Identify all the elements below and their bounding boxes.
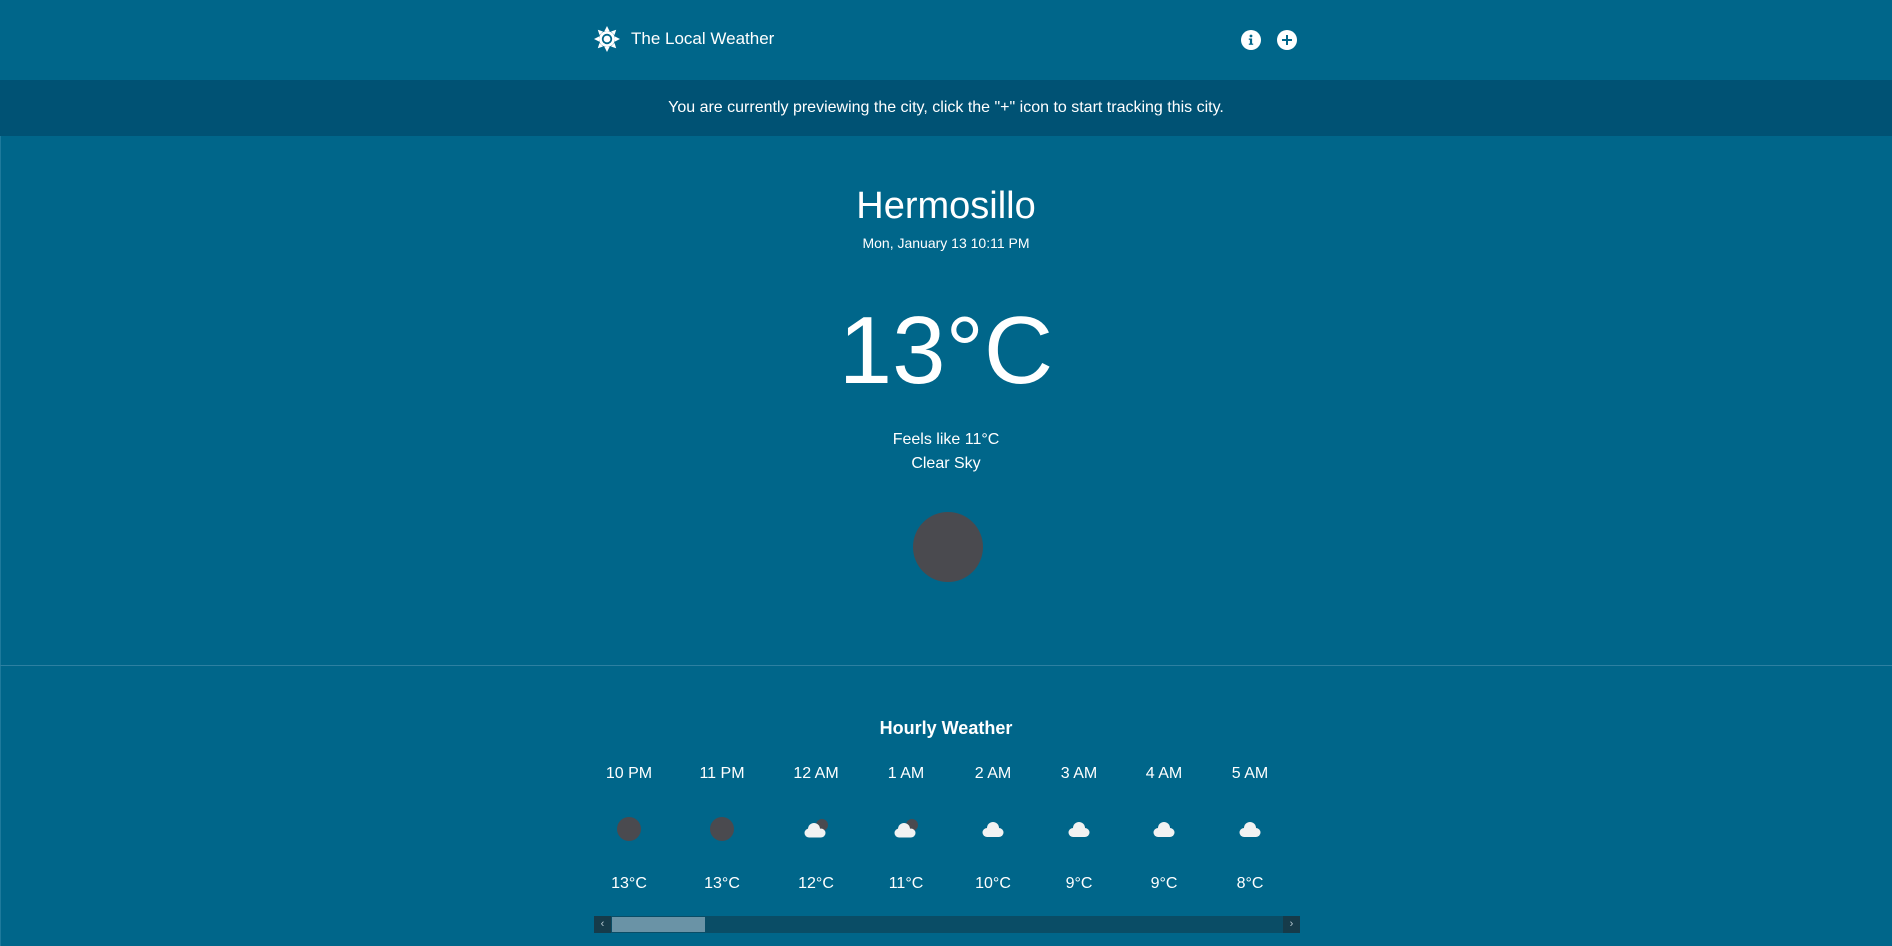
hour-temp: 9°C — [1150, 875, 1178, 892]
hourly-item: 2 AM 10°C — [958, 764, 1028, 904]
cloud-icon — [982, 822, 1004, 837]
weather-app: The Local Weather You are currently prev… — [0, 0, 1892, 946]
scroll-right-arrow-icon[interactable]: › — [1283, 916, 1300, 933]
city-name: Hermosillo — [856, 185, 1036, 227]
current-temperature: 13°C — [838, 297, 1054, 404]
moon-icon — [707, 814, 737, 844]
cloud-moon-icon — [804, 819, 828, 838]
scroll-thumb[interactable] — [612, 917, 705, 932]
hour-time: 11 PM — [699, 765, 745, 782]
hour-temp: 11°C — [888, 875, 924, 892]
add-city-button[interactable] — [1277, 30, 1297, 50]
hour-time: 1 AM — [887, 765, 925, 782]
hour-time: 4 AM — [1145, 765, 1183, 782]
hour-time: 5 AM — [1231, 765, 1269, 782]
hour-temp: 8°C — [1236, 875, 1264, 892]
cloud-icon — [1239, 822, 1261, 837]
hourly-item: 1 AM 11°C — [871, 764, 941, 904]
hourly-item: 4 AM 9°C — [1129, 764, 1199, 904]
app-title[interactable]: The Local Weather — [631, 29, 774, 49]
preview-banner: You are currently previewing the city, c… — [0, 80, 1892, 136]
hourly-item: 11 PM 13°C — [687, 764, 757, 904]
hour-temp: 10°C — [975, 875, 1011, 892]
hourly-item: 5 AM 8°C — [1215, 764, 1285, 904]
scroll-left-arrow-icon[interactable]: ‹ — [594, 916, 611, 933]
hour-time: 12 AM — [793, 765, 839, 782]
hour-temp: 9°C — [1065, 875, 1093, 892]
info-icon — [1248, 34, 1254, 45]
hour-temp: 12°C — [798, 875, 834, 892]
hourly-weather-title: Hourly Weather — [879, 718, 1013, 738]
cloud-icon — [1153, 822, 1175, 837]
sun-gear-icon — [594, 26, 620, 52]
hour-time: 10 PM — [605, 765, 653, 782]
hourly-item: 3 AM 9°C — [1044, 764, 1114, 904]
plus-icon — [1282, 35, 1292, 45]
weather-description: Clear Sky — [911, 455, 981, 472]
local-datetime: Mon, January 13 10:11 PM — [862, 235, 1030, 251]
header-content: The Local Weather — [594, 0, 1300, 80]
info-button[interactable] — [1241, 30, 1261, 50]
hourly-item: 12 AM 12°C — [781, 764, 851, 904]
cloud-icon — [1068, 822, 1090, 837]
hour-time: 3 AM — [1060, 765, 1098, 782]
hour-time: 2 AM — [974, 765, 1012, 782]
hourly-forecast: 10 PM 13°C 11 PM 13°C 12 AM 12°C 1 AM 11… — [594, 764, 1300, 914]
app-header: The Local Weather — [0, 0, 1892, 80]
hour-temp: 13°C — [704, 875, 740, 892]
cloud-moon-icon — [894, 819, 918, 838]
hour-temp: 13°C — [611, 875, 647, 892]
hourly-scrollbar[interactable]: ‹ › — [594, 916, 1300, 933]
moon-icon — [614, 814, 644, 844]
hourly-item: 10 PM 13°C — [594, 764, 664, 904]
moon-icon — [913, 512, 983, 582]
current-weather: Hermosillo Mon, January 13 10:11 PM 13°C… — [0, 136, 1892, 666]
feels-like: Feels like 11°C — [892, 431, 1000, 448]
